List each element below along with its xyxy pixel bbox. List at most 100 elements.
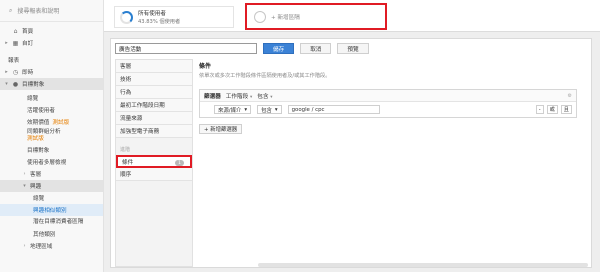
sidebar-item-user-explorer[interactable]: 使用者多層檢視 (0, 156, 103, 168)
sidebar-item-geo[interactable]: › 地理區域 (0, 240, 103, 252)
gear-icon[interactable]: ⚙ (568, 93, 572, 99)
sidebar-item-in-market-segments[interactable]: 潛在目標消費者區隔 (0, 216, 103, 228)
conditions-count-badge: 1 (175, 160, 184, 166)
sidebar-section-reports: 報表 (8, 58, 20, 64)
sidebar-item-audience-overview[interactable]: 總覽 (0, 92, 103, 104)
segment-name-input[interactable] (115, 43, 257, 54)
sidebar-item-label: 即時 (22, 70, 34, 76)
sidebar-item-cohort-analysis[interactable]: 同類群組分析 測試版 (0, 128, 103, 144)
conditions-title: 條件 (199, 63, 212, 70)
sidebar-item-label: 潛在目標消費者區隔 (33, 218, 84, 225)
person-icon: ● (12, 80, 19, 88)
beta-badge: 測試版 (27, 136, 44, 142)
segment-ring-icon (120, 10, 133, 24)
caret-down-icon: ▾ (244, 106, 248, 113)
sidebar-item-interests-overview[interactable]: 總覽 (0, 192, 103, 204)
add-segment-slot[interactable]: + 新增區隔 (245, 3, 387, 30)
sidebar-item-audiences[interactable]: 目標對象 (0, 144, 103, 156)
horizontal-scrollbar[interactable] (258, 263, 588, 267)
category-traffic-sources[interactable]: 流量來源 (116, 112, 192, 125)
condition-value-input[interactable]: google / cpc (287, 105, 380, 114)
sidebar-item-label: 興趣 (30, 184, 42, 190)
sidebar-item-demographics[interactable]: › 客層 (0, 168, 103, 180)
segment-editor-toolbar: 儲存 取消 預覽 (115, 43, 369, 54)
chevron-down-icon: ▾ (23, 183, 26, 189)
beta-badge: 測試版 (52, 120, 70, 126)
cancel-button[interactable]: 取消 (300, 43, 332, 54)
save-button[interactable]: 儲存 (263, 43, 295, 54)
filter-mode-value: 包含 (257, 93, 269, 100)
sidebar-search[interactable]: ⌕ 搜尋報表和說明 (0, 0, 103, 22)
chevron-down-icon: ▾ (5, 81, 8, 87)
search-icon: ⌕ (9, 6, 13, 14)
segment-all-users[interactable]: 所有使用者 43.83% 個使用者 (114, 6, 234, 28)
sidebar-item-label: 地理區域 (30, 244, 53, 250)
category-sequences[interactable]: 順序 (116, 168, 192, 181)
sidebar-item-realtime[interactable]: ▸ ◷ 即時 (0, 66, 103, 78)
dimension-value: 來源/媒介 (218, 107, 242, 114)
sidebar-item-label: 興趣相似類別 (33, 208, 67, 214)
operator-value: 包含 (261, 107, 272, 114)
segment-title: 所有使用者 (138, 11, 166, 17)
operator-dropdown[interactable]: 包含 ▾ (257, 105, 282, 114)
row-controls: - 或 且 (535, 105, 572, 114)
left-sidebar: ⌕ 搜尋報表和說明 ⌂ 首頁 ▸ ▦ 自訂 報表 ▸ ◷ 即時 ▾ ● 目標對象… (0, 0, 104, 272)
chevron-right-icon: › (23, 243, 26, 249)
sidebar-item-label: 效期價值 (27, 120, 50, 126)
category-behavior[interactable]: 行為 (116, 86, 192, 99)
filter-mode-dropdown[interactable]: 包含 ▾ (257, 92, 272, 100)
sidebar-item-audience[interactable]: ▾ ● 目標對象 (0, 78, 103, 90)
filter-header: 篩選器 工作階段 ▾ 包含 ▾ ⚙ (200, 90, 576, 102)
filter-scope-value: 工作階段 (225, 93, 249, 100)
segment-editor-panel: 儲存 取消 預覽 客層 技術 行為 最初工作階段日期 流量來源 加強型電子商務 … (110, 38, 592, 268)
grid-icon: ▦ (12, 39, 19, 47)
category-label: 條件 (122, 159, 134, 166)
sidebar-item-affinity-categories[interactable]: 興趣相似類別 (0, 204, 103, 216)
remove-condition-button[interactable]: - (535, 105, 544, 114)
sidebar-item-label: 首頁 (22, 29, 34, 35)
segment-subtitle: 43.83% 個使用者 (138, 19, 181, 25)
filter-scope-dropdown[interactable]: 工作階段 ▾ (226, 92, 252, 100)
sidebar-item-custom[interactable]: ▸ ▦ 自訂 (0, 37, 103, 49)
caret-down-icon: ▾ (249, 94, 253, 100)
sidebar-item-other-categories[interactable]: 其他類別 (0, 228, 103, 240)
chevron-right-icon: › (23, 171, 26, 177)
chevron-right-icon: ▸ (5, 40, 8, 46)
category-date-of-first-session[interactable]: 最初工作階段日期 (116, 99, 192, 112)
sidebar-item-active-users[interactable]: 活躍使用者 (0, 104, 103, 116)
or-button[interactable]: 或 (546, 105, 558, 114)
add-segment-label: + 新增區隔 (271, 14, 300, 21)
sidebar-item-label: 自訂 (22, 41, 34, 47)
sidebar-item-home[interactable]: ⌂ 首頁 (0, 25, 103, 37)
sidebar-item-lifetime-value[interactable]: 效期價值 測試版 (0, 116, 103, 128)
filter-condition-row: 來源/媒介 ▾ 包含 ▾ google / cpc - 或 且 (200, 102, 576, 117)
sidebar-item-label: 其他類別 (33, 232, 56, 238)
add-filter-button[interactable]: + 新增篩選器 (199, 124, 243, 134)
chevron-right-icon: ▸ (5, 69, 8, 75)
sidebar-item-label-text: 同類群組分析 (27, 129, 61, 135)
conditions-description: 依單次或多次工作階段條件區隔使用者及/或其工作階段。 (199, 73, 331, 79)
and-button[interactable]: 且 (560, 105, 572, 114)
segment-text: 所有使用者 43.83% 個使用者 (138, 9, 180, 25)
sidebar-item-interests[interactable]: ▾ 興趣 (0, 180, 103, 192)
category-demographics[interactable]: 客層 (116, 60, 192, 73)
home-icon: ⌂ (13, 27, 18, 35)
analytics-app: ⌕ 搜尋報表和說明 ⌂ 首頁 ▸ ▦ 自訂 報表 ▸ ◷ 即時 ▾ ● 目標對象… (0, 0, 600, 272)
conditions-content: 條件 依單次或多次工作階段條件區隔使用者及/或其工作階段。 篩選器 工作階段 ▾… (199, 61, 587, 134)
caret-down-icon: ▾ (270, 94, 273, 100)
filter-box: 篩選器 工作階段 ▾ 包含 ▾ ⚙ 來源/媒介 ▾ 包含 ▾ google / … (199, 89, 577, 118)
category-technology[interactable]: 技術 (116, 73, 192, 86)
category-conditions[interactable]: 條件 1 (116, 155, 192, 168)
category-enhanced-ecommerce[interactable]: 加強型電子商務 (116, 125, 192, 138)
sidebar-item-label: 目標對象 (27, 148, 50, 154)
sidebar-item-label: 目標對象 (22, 82, 45, 88)
sidebar-item-label: 活躍使用者 (27, 108, 55, 114)
sidebar-item-label: 同類群組分析 測試版 (27, 129, 61, 143)
dimension-dropdown[interactable]: 來源/媒介 ▾ (214, 105, 252, 114)
filter-label[interactable]: 篩選器 (204, 92, 221, 100)
caret-down-icon: ▾ (274, 106, 278, 113)
clock-icon: ◷ (12, 68, 19, 76)
preview-button[interactable]: 預覽 (337, 43, 369, 54)
category-group-advanced: 進階 (120, 147, 131, 153)
segment-category-list: 客層 技術 行為 最初工作階段日期 流量來源 加強型電子商務 進階 條件 1 順… (115, 59, 193, 267)
